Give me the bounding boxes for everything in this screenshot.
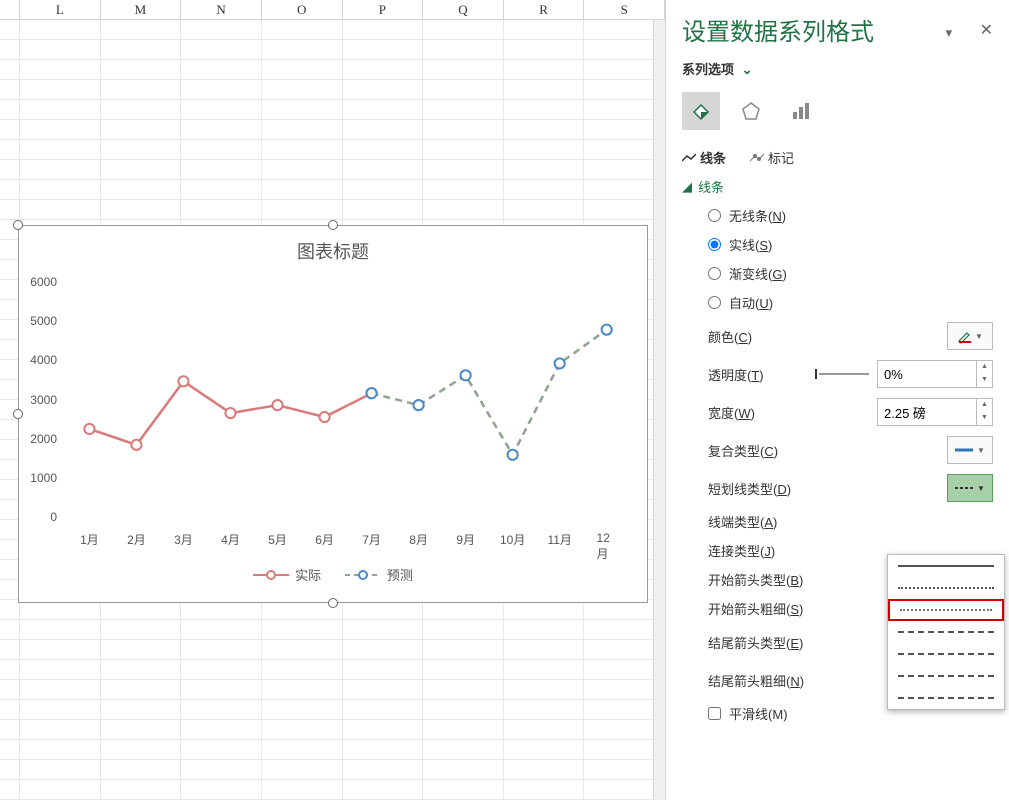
col-header[interactable]: L — [20, 0, 101, 19]
format-data-series-panel: 设置数据系列格式 ▾ ✕ 系列选项 ⌄ 线条 标记 ◢线条 无线条(N) 实线(… — [665, 0, 1009, 800]
plot-area[interactable]: 0100020003000400050006000 — [59, 282, 627, 517]
column-headers: L M N O P Q R S — [0, 0, 665, 20]
resize-handle[interactable] — [328, 598, 338, 608]
compound-label: 复合类型(C) — [708, 441, 947, 460]
y-axis-labels: 0100020003000400050006000 — [23, 282, 57, 517]
col-header[interactable]: S — [584, 0, 665, 19]
panel-title: 设置数据系列格式 — [682, 12, 946, 47]
marker-subtab[interactable]: 标记 — [750, 148, 794, 167]
legend-item-forecast[interactable]: 预测 — [345, 565, 413, 584]
col-header[interactable]: M — [101, 0, 182, 19]
col-header[interactable]: N — [181, 0, 262, 19]
opacity-slider[interactable] — [819, 373, 869, 375]
dash-option-long-dash-dot[interactable] — [888, 687, 1004, 709]
legend-label: 实际 — [295, 565, 321, 584]
opacity-label: 透明度(T) — [708, 365, 819, 384]
dash-label: 短划线类型(D) — [708, 479, 947, 498]
color-picker-button[interactable]: ▼ — [947, 322, 993, 350]
width-spinner[interactable]: ▲▼ — [977, 398, 993, 426]
dash-option-dotted[interactable] — [888, 577, 1004, 599]
resize-handle[interactable] — [13, 409, 23, 419]
line-subtab[interactable]: 线条 — [682, 148, 726, 167]
col-header[interactable]: O — [262, 0, 343, 19]
legend-item-actual[interactable]: 实际 — [253, 565, 321, 584]
effects-tab[interactable] — [732, 92, 770, 130]
close-panel-button[interactable]: ✕ — [980, 20, 993, 40]
spreadsheet-area: L M N O P Q R S 图表标题 0100020003000400050… — [0, 0, 665, 800]
compound-type-button[interactable]: ▼ — [947, 436, 993, 464]
dash-option-dash[interactable] — [888, 621, 1004, 643]
width-input[interactable] — [877, 398, 977, 426]
col-header[interactable]: Q — [423, 0, 504, 19]
dash-type-dropdown-menu — [887, 554, 1005, 710]
panel-options-dropdown[interactable]: ▾ — [946, 25, 956, 35]
width-label: 宽度(W) — [708, 403, 877, 422]
chart-title[interactable]: 图表标题 — [19, 226, 647, 272]
line-section-toggle[interactable]: ◢线条 — [682, 177, 993, 196]
radio-auto-line[interactable]: 自动(U) — [708, 293, 993, 312]
chart-svg — [59, 282, 627, 520]
color-label: 颜色(C) — [708, 327, 947, 346]
col-header[interactable]: R — [504, 0, 585, 19]
fill-line-tab[interactable] — [682, 92, 720, 130]
col-header[interactable]: P — [343, 0, 424, 19]
dash-option-long-dash[interactable] — [888, 665, 1004, 687]
resize-handle[interactable] — [328, 220, 338, 230]
legend-label: 预测 — [387, 565, 413, 584]
resize-handle[interactable] — [13, 220, 23, 230]
cap-label: 线端类型(A) — [708, 512, 993, 531]
vertical-scrollbar[interactable] — [653, 20, 665, 800]
opacity-input[interactable] — [877, 360, 977, 388]
radio-gradient-line[interactable]: 渐变线(G) — [708, 264, 993, 283]
series-options-dropdown[interactable]: 系列选项 ⌄ — [682, 59, 993, 78]
radio-no-line[interactable]: 无线条(N) — [708, 206, 993, 225]
dash-option-dash-dot[interactable] — [888, 643, 1004, 665]
series-options-tab[interactable] — [782, 92, 820, 130]
x-axis-labels: 1月2月3月4月5月6月7月8月9月10月11月12月 — [59, 527, 627, 551]
dash-option-square-dot[interactable] — [888, 599, 1004, 621]
col-header-blank[interactable] — [0, 0, 20, 19]
chart-legend[interactable]: 实际 预测 — [19, 551, 647, 599]
chart-object[interactable]: 图表标题 0100020003000400050006000 1月2月3月4月5… — [18, 225, 648, 603]
dash-option-solid[interactable] — [888, 555, 1004, 577]
line-style-radio-group: 无线条(N) 实线(S) 渐变线(G) 自动(U) — [708, 206, 993, 312]
radio-solid-line[interactable]: 实线(S) — [708, 235, 993, 254]
dash-type-button[interactable]: ▼ — [947, 474, 993, 502]
opacity-spinner[interactable]: ▲▼ — [977, 360, 993, 388]
